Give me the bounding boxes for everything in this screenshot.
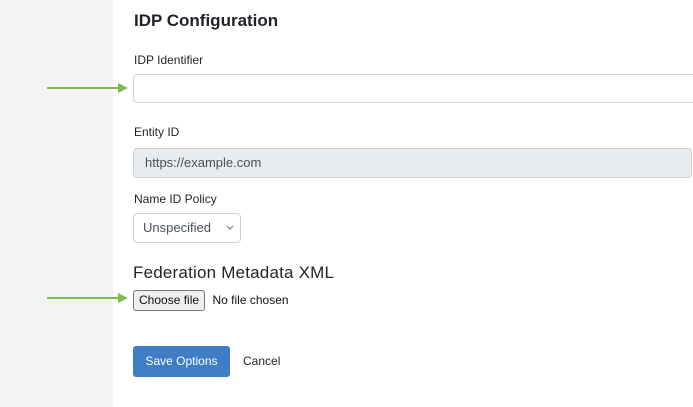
name-id-policy-value: Unspecified [143, 220, 211, 235]
name-id-policy-select[interactable]: Unspecified [133, 213, 241, 243]
cancel-button[interactable]: Cancel [243, 346, 280, 377]
left-sidebar [0, 0, 113, 407]
name-id-policy-label: Name ID Policy [134, 192, 217, 206]
save-options-button[interactable]: Save Options [133, 346, 230, 377]
entity-id-label: Entity ID [134, 125, 180, 139]
idp-identifier-input[interactable] [133, 74, 693, 103]
section-title: IDP Configuration [134, 11, 279, 30]
file-input[interactable]: Choose file No file chosen [133, 290, 289, 311]
federation-metadata-heading: Federation Metadata XML [133, 263, 335, 282]
file-status-text: No file chosen [212, 293, 289, 307]
chevron-down-icon [226, 225, 234, 230]
choose-file-button[interactable]: Choose file [133, 290, 206, 311]
main-content: IDP Configuration IDP Identifier Entity … [113, 0, 693, 407]
entity-id-field: https://example.com [133, 148, 692, 178]
idp-identifier-label: IDP Identifier [134, 53, 204, 67]
